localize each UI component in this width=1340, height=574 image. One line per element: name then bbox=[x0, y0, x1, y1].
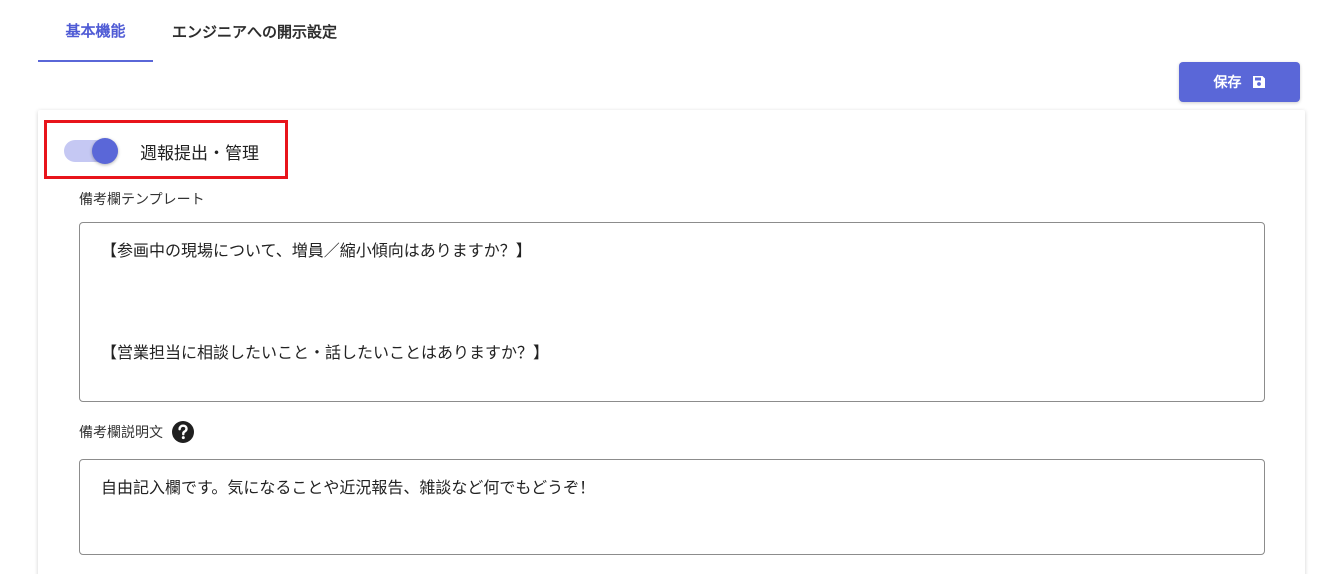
tab-engineer-disclosure-settings[interactable]: エンジニアへの開示設定 bbox=[153, 0, 337, 62]
floppy-disk-icon bbox=[1252, 75, 1266, 89]
tab-basic-features[interactable]: 基本機能 bbox=[38, 0, 153, 62]
save-button-label: 保存 bbox=[1213, 75, 1242, 91]
remarks-description-textarea[interactable]: 自由記入欄です。気になることや近況報告、雑談など何でもどうぞ！ bbox=[79, 459, 1265, 555]
remarks-description-label: 備考欄説明文 bbox=[79, 425, 163, 441]
template-line: 【参画中の現場について、増員／縮小傾向はありますか？】 bbox=[101, 241, 532, 260]
remarks-template-label: 備考欄テンプレート bbox=[79, 192, 205, 208]
remarks-template-textarea[interactable]: 【参画中の現場について、増員／縮小傾向はありますか？】 ​​ 【営業担当に相談したい… bbox=[79, 222, 1265, 402]
highlight-box bbox=[44, 120, 288, 179]
template-line: 【営業担当に相談したいこと・話したいことはありますか？】 bbox=[101, 343, 550, 362]
template-line: ​ bbox=[101, 302, 1243, 336]
remarks-description-label-row: 備考欄説明文 bbox=[79, 420, 195, 444]
template-line: ​ bbox=[101, 268, 1243, 302]
question-circle-icon[interactable] bbox=[171, 420, 195, 444]
tab-bar: 基本機能 エンジニアへの開示設定 bbox=[38, 0, 337, 62]
save-button[interactable]: 保存 bbox=[1179, 62, 1300, 102]
settings-page: 基本機能 エンジニアへの開示設定 保存 週報提出・管理 備考欄テンプレート 【参… bbox=[0, 0, 1340, 574]
